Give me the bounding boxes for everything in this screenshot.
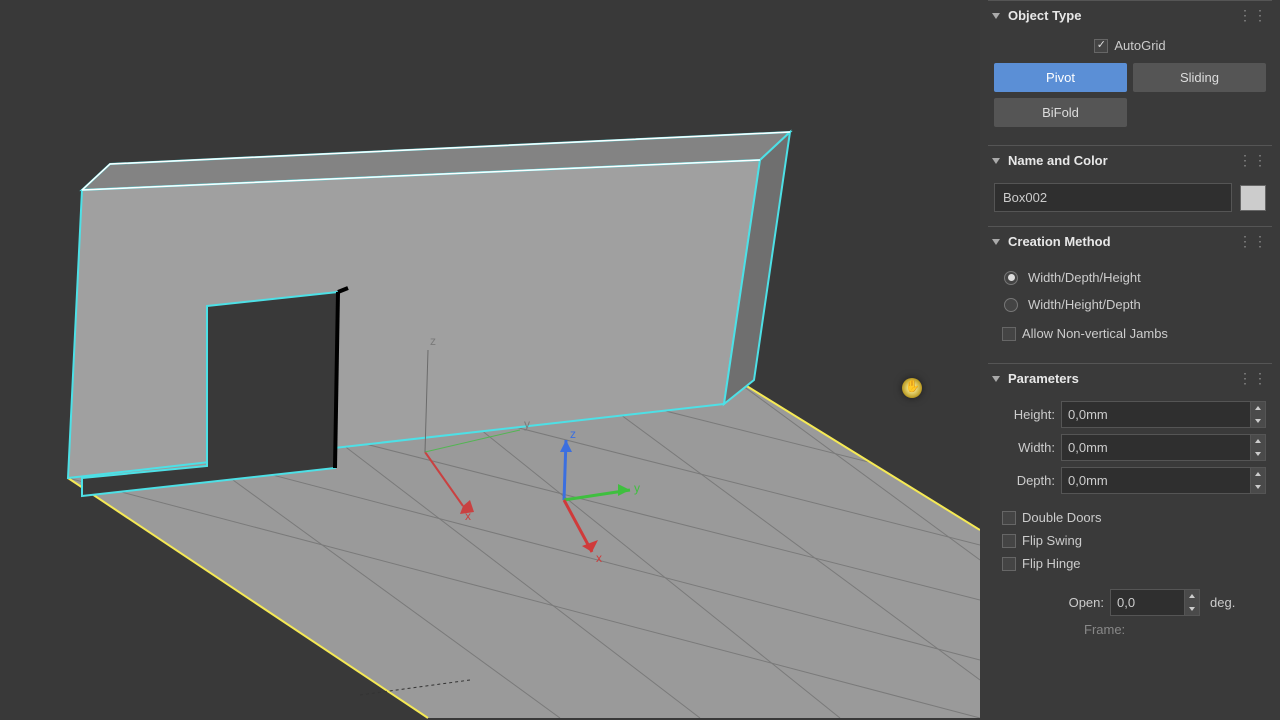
spinner-up-icon[interactable]	[1251, 402, 1265, 415]
rollout-header-name-color[interactable]: Name and Color ⋮⋮	[988, 145, 1272, 175]
height-input[interactable]	[1061, 401, 1251, 428]
flip-swing-row[interactable]: Flip Swing	[994, 533, 1266, 548]
flip-hinge-checkbox[interactable]	[1002, 557, 1016, 571]
radio-wdh[interactable]: Width/Depth/Height	[994, 264, 1266, 291]
object-name-input[interactable]	[994, 183, 1232, 212]
allow-jambs-checkbox[interactable]	[1002, 327, 1016, 341]
open-label: Open:	[994, 595, 1104, 610]
y-axis-label: y	[634, 481, 640, 495]
grip-icon: ⋮⋮	[1238, 233, 1268, 250]
depth-input[interactable]	[1061, 467, 1251, 494]
grip-icon: ⋮⋮	[1238, 7, 1268, 24]
spinner-up-icon[interactable]	[1251, 435, 1265, 448]
open-input[interactable]	[1110, 589, 1185, 616]
allow-jambs-label: Allow Non-vertical Jambs	[1022, 326, 1168, 341]
flip-hinge-row[interactable]: Flip Hinge	[994, 556, 1266, 571]
rollout-header-parameters[interactable]: Parameters ⋮⋮	[988, 363, 1272, 393]
depth-spinner[interactable]	[1061, 467, 1266, 494]
autogrid-checkbox[interactable]	[1094, 39, 1108, 53]
color-swatch[interactable]	[1240, 185, 1266, 211]
allow-jambs-row[interactable]: Allow Non-vertical Jambs	[994, 326, 1266, 341]
grip-icon: ⋮⋮	[1238, 370, 1268, 387]
radio-whd[interactable]: Width/Height/Depth	[994, 291, 1266, 318]
flip-hinge-label: Flip Hinge	[1022, 556, 1081, 571]
open-unit: deg.	[1210, 595, 1235, 610]
3d-viewport[interactable]: x y z z y x	[0, 0, 980, 720]
z-axis-hint: z	[430, 334, 436, 348]
spinner-down-icon[interactable]	[1251, 415, 1265, 428]
double-doors-row[interactable]: Double Doors	[994, 510, 1266, 525]
z-axis-label: z	[570, 427, 576, 441]
spinner-up-icon[interactable]	[1185, 590, 1199, 603]
x-axis-label: x	[465, 509, 471, 523]
spinner-down-icon[interactable]	[1251, 481, 1265, 494]
height-label: Height:	[994, 407, 1055, 422]
flip-swing-label: Flip Swing	[1022, 533, 1082, 548]
autogrid-row[interactable]: AutoGrid	[994, 38, 1266, 53]
name-color-title: Name and Color	[1008, 153, 1238, 168]
creation-method-title: Creation Method	[1008, 234, 1238, 249]
x-axis-label-2: x	[596, 551, 602, 565]
width-input[interactable]	[1061, 434, 1251, 461]
pan-cursor-icon	[902, 378, 922, 398]
rollout-object-type: Object Type ⋮⋮ AutoGrid Pivot Sliding Bi…	[988, 0, 1272, 139]
radio-whd-label: Width/Height/Depth	[1028, 297, 1141, 312]
width-spinner[interactable]	[1061, 434, 1266, 461]
width-label: Width:	[994, 440, 1055, 455]
chevron-down-icon	[992, 13, 1000, 19]
radio-wdh-input[interactable]	[1004, 271, 1018, 285]
pivot-button[interactable]: Pivot	[994, 63, 1127, 92]
flip-swing-checkbox[interactable]	[1002, 534, 1016, 548]
grip-icon: ⋮⋮	[1238, 152, 1268, 169]
parameters-title: Parameters	[1008, 371, 1238, 386]
chevron-down-icon	[992, 158, 1000, 164]
spinner-down-icon[interactable]	[1185, 603, 1199, 616]
sliding-button[interactable]: Sliding	[1133, 63, 1266, 92]
radio-wdh-label: Width/Depth/Height	[1028, 270, 1141, 285]
spinner-up-icon[interactable]	[1251, 468, 1265, 481]
depth-label: Depth:	[994, 473, 1055, 488]
chevron-down-icon	[992, 376, 1000, 382]
spinner-down-icon[interactable]	[1251, 448, 1265, 461]
rollout-header-object-type[interactable]: Object Type ⋮⋮	[988, 0, 1272, 30]
height-spinner[interactable]	[1061, 401, 1266, 428]
command-panel: Object Type ⋮⋮ AutoGrid Pivot Sliding Bi…	[980, 0, 1280, 720]
rollout-parameters: Parameters ⋮⋮ Height: Width: Depth:	[988, 363, 1272, 645]
open-spinner[interactable]	[1110, 589, 1200, 616]
frame-label: Frame:	[994, 622, 1266, 637]
bifold-button[interactable]: BiFold	[994, 98, 1127, 127]
chevron-down-icon	[992, 239, 1000, 245]
y-axis-hint: y	[524, 417, 530, 431]
object-type-title: Object Type	[1008, 8, 1238, 23]
double-doors-label: Double Doors	[1022, 510, 1102, 525]
rollout-header-creation-method[interactable]: Creation Method ⋮⋮	[988, 226, 1272, 256]
rollout-name-color: Name and Color ⋮⋮	[988, 145, 1272, 220]
double-doors-checkbox[interactable]	[1002, 511, 1016, 525]
rollout-creation-method: Creation Method ⋮⋮ Width/Depth/Height Wi…	[988, 226, 1272, 357]
radio-whd-input[interactable]	[1004, 298, 1018, 312]
autogrid-label: AutoGrid	[1114, 38, 1165, 53]
